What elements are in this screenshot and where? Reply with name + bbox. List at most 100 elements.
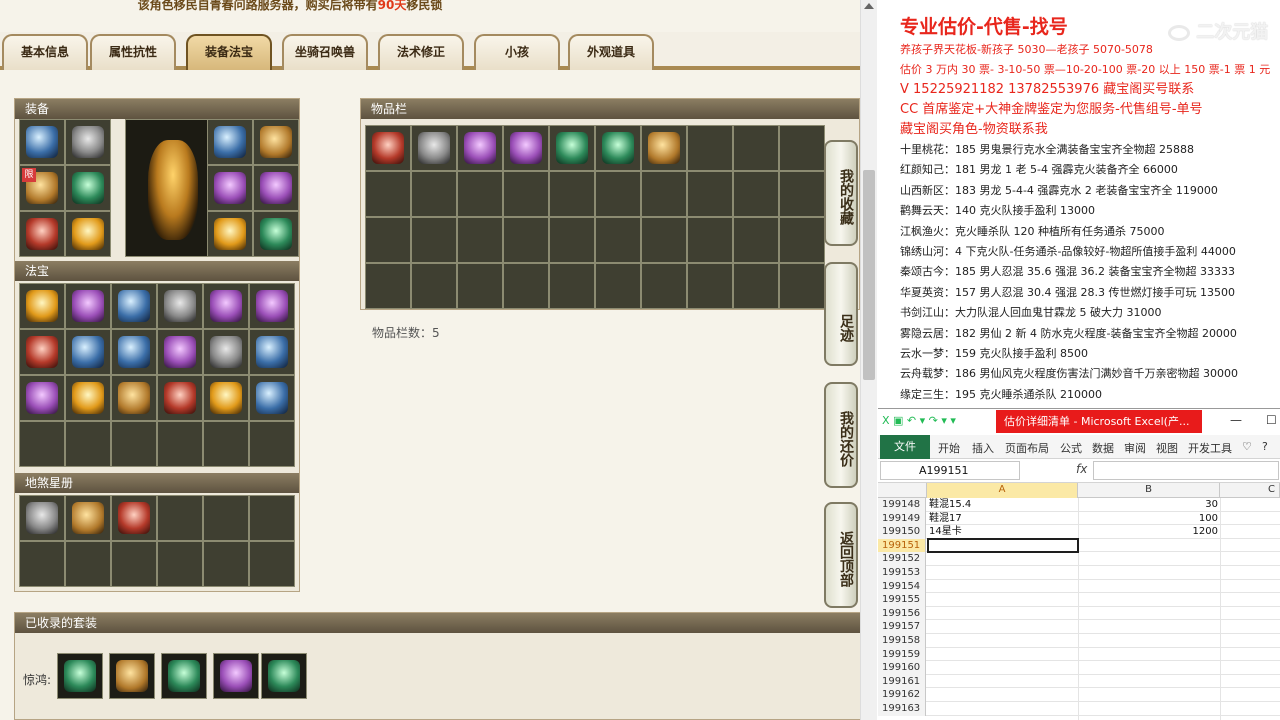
cell-a[interactable]: 14星卡 <box>928 525 1078 539</box>
column-header-b[interactable]: B <box>1078 483 1220 498</box>
tab-equipment[interactable]: 装备法宝 <box>186 34 272 70</box>
row-number[interactable]: 199153 <box>878 565 926 580</box>
my-counteroffer-button[interactable]: 我的还价 <box>824 382 858 488</box>
maximize-icon[interactable]: ☐ <box>1266 413 1277 427</box>
inventory-slot[interactable] <box>595 125 641 171</box>
cell-a[interactable]: 鞋混15.4 <box>928 498 1078 512</box>
fabao-slot[interactable] <box>19 329 65 375</box>
column-header-c[interactable]: C <box>1220 483 1280 498</box>
ribbon-tab-home[interactable]: 开始 <box>938 440 960 456</box>
equip-slot[interactable] <box>207 211 253 257</box>
equip-slot[interactable] <box>65 165 111 211</box>
equip-slot[interactable] <box>253 119 299 165</box>
minimize-icon[interactable]: — <box>1230 413 1242 427</box>
inventory-slot[interactable] <box>365 125 411 171</box>
suit-item[interactable] <box>109 653 155 699</box>
equip-slot[interactable] <box>65 211 111 257</box>
ribbon-tab-view[interactable]: 视图 <box>1156 440 1178 456</box>
fabao-slot[interactable] <box>203 329 249 375</box>
equip-slot[interactable] <box>65 119 111 165</box>
heart-icon[interactable]: ♡ <box>1242 440 1252 453</box>
ribbon-tab-review[interactable]: 审阅 <box>1124 440 1146 456</box>
fabao-slot[interactable] <box>249 329 295 375</box>
fabao-slot[interactable] <box>65 375 111 421</box>
row-number[interactable]: 199152 <box>878 552 926 566</box>
fx-icon[interactable]: fx <box>1076 462 1087 476</box>
row-number[interactable]: 199155 <box>878 593 926 607</box>
cell-b[interactable]: 100 <box>1078 512 1220 526</box>
equip-slot[interactable]: 限 <box>19 165 65 211</box>
inventory-slot[interactable] <box>411 125 457 171</box>
row-number[interactable]: 199159 <box>878 647 926 662</box>
row-number[interactable]: 199158 <box>878 633 926 648</box>
inventory-slot[interactable] <box>457 125 503 171</box>
ribbon-tab-page-layout[interactable]: 页面布局 <box>1005 440 1049 456</box>
fabao-slot[interactable] <box>19 283 65 329</box>
equip-slot[interactable] <box>19 119 65 165</box>
suit-item[interactable] <box>213 653 259 699</box>
row-number[interactable]: 199156 <box>878 606 926 621</box>
row-number[interactable]: 199162 <box>878 688 926 702</box>
inventory-slot[interactable] <box>549 125 595 171</box>
fabao-slot[interactable] <box>249 375 295 421</box>
ribbon-tab-developer[interactable]: 开发工具 <box>1188 440 1232 456</box>
inventory-slot[interactable] <box>503 125 549 171</box>
row-number[interactable]: 199160 <box>878 661 926 675</box>
cell-a[interactable]: 鞋混17 <box>928 512 1078 526</box>
fabao-slot[interactable] <box>65 283 111 329</box>
fabao-slot[interactable] <box>157 329 203 375</box>
footprint-button[interactable]: 足迹 <box>824 262 858 366</box>
row-number[interactable]: 199148 <box>878 498 926 512</box>
equip-slot[interactable] <box>253 211 299 257</box>
suit-item[interactable] <box>261 653 307 699</box>
fabao-slot[interactable] <box>249 283 295 329</box>
column-header-a[interactable]: A <box>927 483 1078 498</box>
row-number[interactable]: 199161 <box>878 674 926 689</box>
fabao-slot[interactable] <box>65 329 111 375</box>
starbook-slot[interactable] <box>111 495 157 541</box>
cell-b[interactable]: 1200 <box>1078 525 1220 539</box>
row-number[interactable]: 199163 <box>878 701 926 716</box>
starbook-slot[interactable] <box>19 495 65 541</box>
fabao-slot[interactable] <box>111 375 157 421</box>
tab-appearance[interactable]: 外观道具 <box>568 34 654 70</box>
tab-basic-info[interactable]: 基本信息 <box>2 34 88 70</box>
select-all-corner[interactable] <box>878 483 927 498</box>
cell-b[interactable]: 30 <box>1078 498 1220 512</box>
fabao-slot[interactable] <box>203 375 249 421</box>
scroll-up-arrow-icon[interactable] <box>864 3 874 9</box>
quick-access-toolbar[interactable]: X ▣ ↶ ▾ ↷ ▾ ▾ <box>882 414 956 427</box>
tab-spell-correction[interactable]: 法术修正 <box>378 34 464 70</box>
fabao-slot[interactable] <box>111 329 157 375</box>
name-box[interactable]: A199151 <box>880 461 1020 480</box>
fabao-slot[interactable] <box>111 283 157 329</box>
suit-item[interactable] <box>57 653 103 699</box>
starbook-slot[interactable] <box>65 495 111 541</box>
equip-slot[interactable] <box>207 119 253 165</box>
suit-item[interactable] <box>161 653 207 699</box>
row-number[interactable]: 199149 <box>878 511 926 526</box>
ribbon-tab-formulas[interactable]: 公式 <box>1060 440 1082 456</box>
fabao-slot[interactable] <box>157 375 203 421</box>
tab-children[interactable]: 小孩 <box>474 34 560 70</box>
formula-input[interactable] <box>1093 461 1279 480</box>
back-to-top-button[interactable]: 返回顶部 <box>824 502 858 608</box>
fabao-slot[interactable] <box>203 283 249 329</box>
ribbon-tab-data[interactable]: 数据 <box>1092 440 1114 456</box>
fabao-slot[interactable] <box>19 375 65 421</box>
row-number[interactable]: 199154 <box>878 579 926 594</box>
cell-a[interactable] <box>927 537 1079 554</box>
ribbon-tab-insert[interactable]: 插入 <box>972 440 994 456</box>
equip-slot[interactable] <box>19 211 65 257</box>
inventory-slot[interactable] <box>641 125 687 171</box>
tab-attributes[interactable]: 属性抗性 <box>90 34 176 70</box>
equip-slot[interactable] <box>207 165 253 211</box>
fabao-slot[interactable] <box>157 283 203 329</box>
ribbon-tab-file[interactable]: 文件 <box>880 435 930 459</box>
scrollbar-thumb[interactable] <box>863 170 875 380</box>
row-number[interactable]: 199157 <box>878 620 926 634</box>
equip-slot[interactable] <box>253 165 299 211</box>
row-number[interactable]: 199151 <box>878 538 926 553</box>
row-number[interactable]: 199150 <box>878 525 926 539</box>
my-favorites-button[interactable]: 我的收藏 <box>824 140 858 246</box>
